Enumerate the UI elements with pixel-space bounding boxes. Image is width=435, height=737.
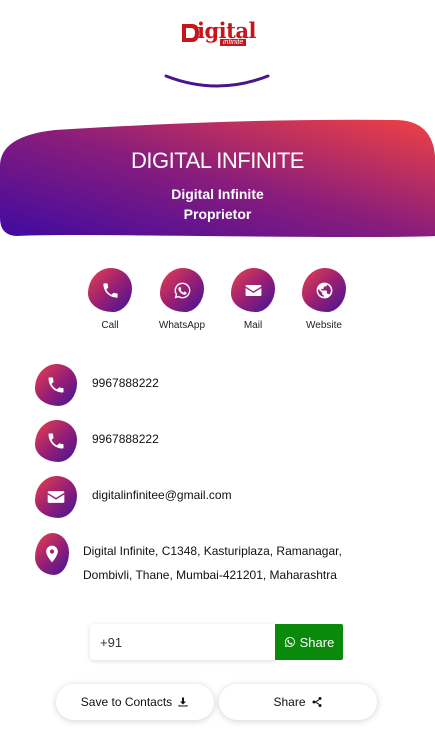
share-icon	[312, 697, 322, 707]
website-button[interactable]: Website	[292, 268, 356, 331]
person-role: Proprietor	[183, 206, 252, 222]
share-button[interactable]: Share	[219, 684, 377, 720]
phone-icon[interactable]	[35, 420, 77, 462]
call-label: Call	[101, 320, 119, 331]
person-name: Digital Infinite	[171, 186, 264, 202]
location-pin-icon[interactable]	[35, 533, 69, 575]
share-label: Share	[273, 695, 306, 709]
save-to-contacts-button[interactable]: Save to Contacts	[56, 684, 214, 720]
globe-icon	[302, 268, 346, 312]
save-to-contacts-label: Save to Contacts	[80, 695, 173, 709]
mail-icon[interactable]	[35, 476, 77, 518]
mail-icon	[231, 268, 275, 312]
mail-button[interactable]: Mail	[221, 268, 285, 331]
phone-number-secondary[interactable]: 9967888222	[92, 432, 159, 446]
brand-logo: igital infinite	[180, 18, 256, 48]
whatsapp-icon	[284, 637, 295, 647]
whatsapp-button[interactable]: WhatsApp	[150, 268, 214, 331]
phone-icon[interactable]	[35, 364, 77, 406]
download-icon	[178, 697, 188, 707]
whatsapp-share-label: Share	[299, 634, 335, 650]
address-line-2: Dombivli, Thane, Mumbai-421201, Maharash…	[83, 568, 337, 582]
mail-label: Mail	[243, 320, 263, 331]
phone-number-primary[interactable]: 9967888222	[92, 376, 159, 390]
whatsapp-icon	[160, 268, 204, 312]
email-address[interactable]: digitalinfinitee@gmail.com	[92, 488, 232, 502]
logo-tagline: infinite	[220, 39, 247, 46]
whatsapp-number-field[interactable]	[90, 624, 280, 660]
decorative-arc	[164, 74, 270, 88]
whatsapp-label: WhatsApp	[158, 320, 206, 331]
whatsapp-share-button[interactable]: Share	[275, 624, 343, 660]
phone-icon	[88, 268, 132, 312]
address-line-1: Digital Infinite, C1348, Kasturiplaza, R…	[83, 544, 342, 558]
whatsapp-number-input[interactable]	[90, 624, 280, 660]
business-title: DIGITAL INFINITE	[131, 148, 304, 173]
call-button[interactable]: Call	[78, 268, 142, 331]
website-label: Website	[306, 320, 342, 331]
